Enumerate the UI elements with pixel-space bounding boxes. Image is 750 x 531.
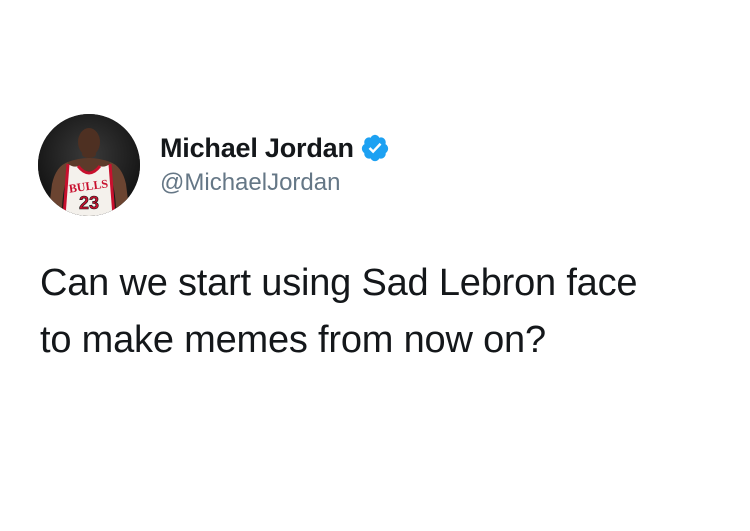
tweet-text-line-2: to make memes from now on? bbox=[40, 319, 546, 361]
tweet-text: Can we start using Sad Lebron face to ma… bbox=[40, 255, 730, 369]
name-row: Michael Jordan bbox=[160, 132, 390, 164]
author-block: Michael Jordan @MichaelJordan bbox=[160, 132, 390, 198]
tweet-header: BULLS 23 Michael Jordan @MichaelJordan bbox=[38, 113, 390, 217]
verified-badge-icon bbox=[360, 133, 390, 163]
display-name[interactable]: Michael Jordan bbox=[160, 132, 354, 164]
avatar-jersey-number: 23 bbox=[79, 193, 99, 213]
avatar-image: BULLS 23 bbox=[38, 114, 140, 216]
tweet-text-line-1: Can we start using Sad Lebron face bbox=[40, 262, 638, 304]
tweet-card: BULLS 23 Michael Jordan @MichaelJordan C… bbox=[0, 0, 750, 531]
user-handle[interactable]: @MichaelJordan bbox=[160, 168, 390, 198]
avatar[interactable]: BULLS 23 bbox=[38, 114, 140, 216]
